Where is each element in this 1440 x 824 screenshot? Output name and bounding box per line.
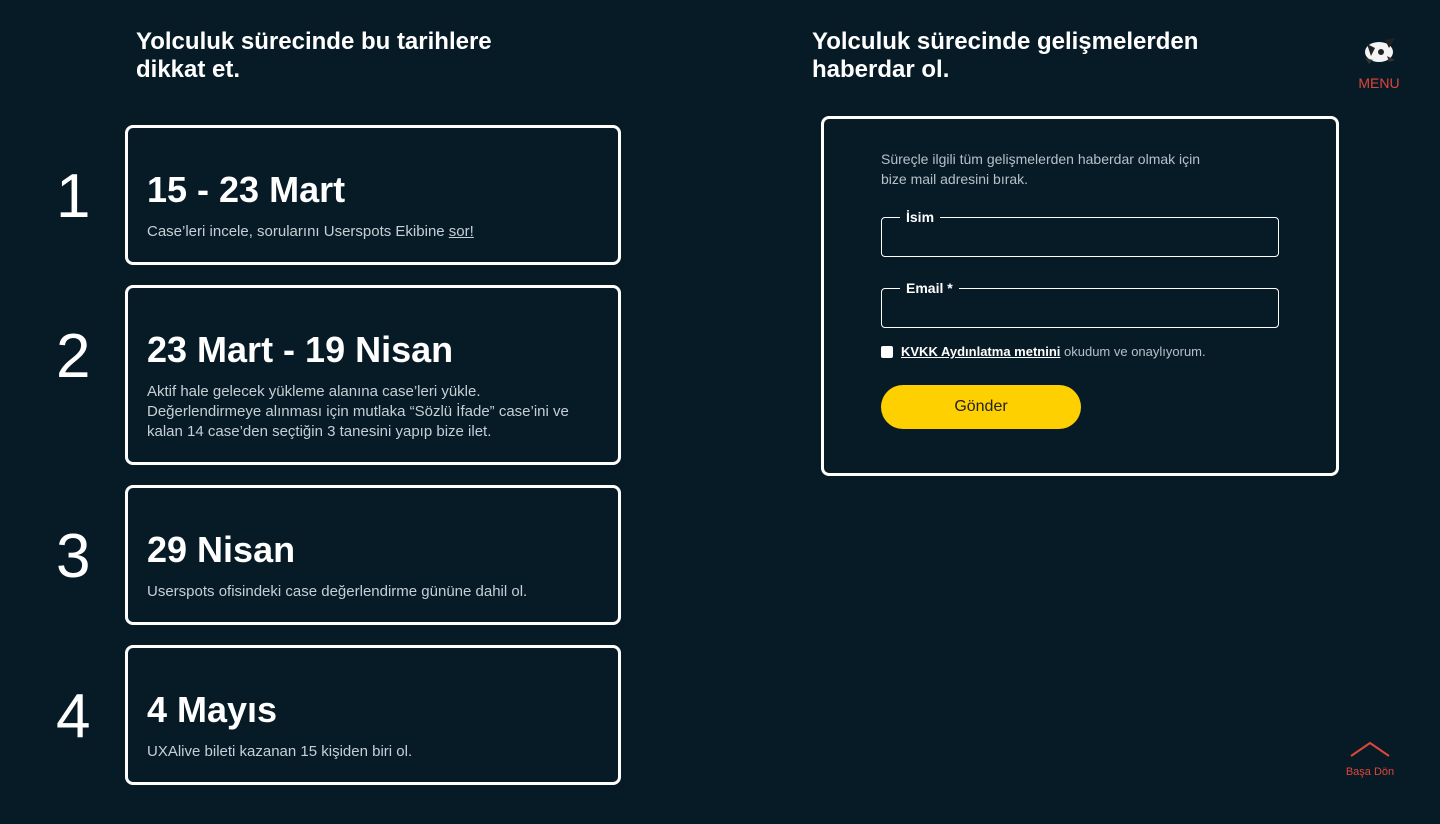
form-intro-line1: Süreçle ilgili tüm gelişmelerden haberda… [881, 151, 1201, 167]
step-description-line3: kalan 14 case’den seçtiğin 3 tanesini ya… [147, 423, 492, 440]
step-number-3: 3 [56, 522, 91, 591]
step-description-line1: Aktif hale gelecek yükleme alanına case’… [147, 383, 481, 400]
menu-button[interactable]: MENU [1354, 34, 1404, 91]
step-description: Case’leri incele, sorularını Userspots E… [147, 222, 599, 242]
email-input[interactable] [882, 289, 1278, 327]
kvkk-consent: KVKK Aydınlatma metnini okudum ve onaylı… [881, 344, 1206, 359]
step-card-2: 23 Mart - 19 Nisan Aktif hale gelecek yü… [125, 285, 621, 465]
step-date: 23 Mart - 19 Nisan [147, 329, 454, 370]
step-date: 15 - 23 Mart [147, 169, 346, 210]
name-input[interactable] [882, 218, 1278, 256]
subscribe-title: Yolculuk sürecinde gelişmelerden haberda… [812, 28, 1272, 84]
step-number-1: 1 [56, 162, 91, 231]
step-number-4: 4 [56, 682, 91, 751]
timeline-title-line1: Yolculuk sürecinde bu tarihlere [136, 28, 492, 55]
email-field: Email * [881, 279, 1279, 328]
timeline-title: Yolculuk sürecinde bu tarihlere dikkat e… [136, 28, 566, 84]
step-card-1: 15 - 23 Mart Case’leri incele, soruların… [125, 125, 621, 265]
step-description: Userspots ofisindeki case değerlendirme … [147, 583, 528, 600]
step-description: Aktif hale gelecek yükleme alanına case’… [147, 382, 599, 442]
consent-checkbox[interactable] [881, 345, 893, 358]
step-description: UXAlive bileti kazanan 15 kişiden biri o… [147, 743, 413, 760]
step-card-3: 29 Nisan Userspots ofisindeki case değer… [125, 485, 621, 625]
step-description-text: Case’leri incele, sorularını Userspots E… [147, 223, 449, 240]
kvkk-link[interactable]: KVKK Aydınlatma metnini [901, 344, 1060, 359]
subscribe-form: Süreçle ilgili tüm gelişmelerden haberda… [821, 116, 1339, 476]
menu-logo-icon [1365, 38, 1395, 64]
back-to-top-label: Başa Dön [1345, 766, 1395, 778]
subscribe-title-line1: Yolculuk sürecinde gelişmelerden [812, 28, 1199, 55]
back-to-top-button[interactable]: Başa Dön [1336, 740, 1404, 779]
form-intro-line2: bize mail adresini bırak. [881, 171, 1029, 187]
form-intro: Süreçle ilgili tüm gelişmelerden haberda… [881, 149, 1271, 189]
chevron-up-icon [1350, 741, 1390, 757]
step-number-2: 2 [56, 322, 91, 391]
consent-text: okudum ve onaylıyorum. [1060, 344, 1206, 359]
subscribe-title-line2: haberdar ol. [812, 56, 950, 83]
timeline-title-line2: dikkat et. [136, 56, 241, 83]
step-card-4: 4 Mayıs UXAlive bileti kazanan 15 kişide… [125, 645, 621, 785]
menu-label: MENU [1358, 75, 1400, 91]
step-date: 29 Nisan [147, 529, 296, 570]
submit-button[interactable]: Gönder [881, 385, 1081, 429]
step-date: 4 Mayıs [147, 689, 278, 730]
step-description-line2: Değerlendirmeye alınması için mutlaka “S… [147, 403, 569, 420]
name-field: İsim [881, 208, 1279, 257]
ask-link[interactable]: sor! [449, 223, 474, 240]
